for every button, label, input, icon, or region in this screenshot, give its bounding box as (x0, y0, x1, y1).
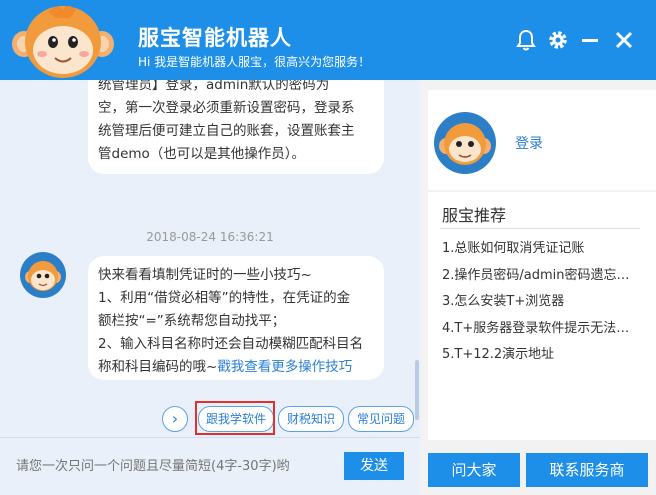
bot-message: 快来看看填制凭证时的一些小技巧~ 1、利用“借贷必相等”的特性，在凭证的金 额栏… (88, 256, 384, 380)
message-timestamp: 2018-08-24 16:36:21 (146, 230, 274, 244)
bot-avatar (20, 252, 66, 298)
recommend-item[interactable]: 2.操作员密码/admin密码遗忘… (442, 263, 642, 290)
message-line: 1、利用“借贷必相等”的特性，在凭证的金 (98, 290, 351, 306)
faq-button[interactable]: 常见问题 (348, 406, 414, 432)
message-line: 快来看看填制凭证时的一些小技巧~ (98, 267, 312, 283)
chat-window: 服宝智能机器人 Hi 我是智能机器人服宝，很高兴为您服务！ 统管理员】登录，ad… (0, 0, 656, 495)
message-line: 称和科目编码的哦~戳我查看更多操作技巧 (98, 356, 384, 379)
message-line: 空，第一次登录必须重新设置密码，登录系 (98, 100, 355, 116)
chevron-right-icon[interactable]: › (162, 406, 188, 432)
app-title: 服宝智能机器人 (138, 26, 292, 50)
message-text: 称和科目编码的哦~ (98, 359, 218, 375)
message-line: 额栏按“=”系统帮您自动找平； (98, 313, 286, 329)
send-button[interactable]: 发送 (344, 452, 404, 480)
bell-icon[interactable] (514, 28, 538, 52)
divider (440, 228, 640, 229)
message-line: 管demo（也可以是其他操作员）。 (98, 146, 306, 162)
question-input[interactable] (14, 451, 338, 481)
monkey-logo-icon (12, 6, 114, 78)
scrollbar-thumb[interactable] (415, 360, 419, 420)
tax-knowledge-button[interactable]: 财税知识 (278, 406, 344, 432)
bot-message: 统管理员】登录，admin默认的密码为 空，第一次登录必须重新设置密码，登录系 … (88, 80, 384, 174)
message-line: 统管理员】登录，admin默认的密码为 (98, 80, 330, 93)
close-icon[interactable] (612, 28, 636, 52)
minimize-icon[interactable] (578, 28, 602, 52)
recommend-item[interactable]: 5.T+12.2演示地址 (442, 342, 642, 369)
recommend-item[interactable]: 3.怎么安装T+浏览器 (442, 289, 642, 316)
message-line: 统管理后便可建立自己的账套，设置账套主 (98, 123, 355, 139)
header-bar: 服宝智能机器人 Hi 我是智能机器人服宝，很高兴为您服务！ (0, 0, 656, 80)
gear-icon[interactable] (546, 28, 570, 52)
more-tips-link[interactable]: 戳我查看更多操作技巧 (217, 359, 352, 375)
chat-history[interactable]: 统管理员】登录，admin默认的密码为 空，第一次登录必须重新设置密码，登录系 … (0, 80, 420, 437)
highlight-box (195, 401, 275, 435)
login-link[interactable]: 登录 (515, 133, 543, 153)
app-subtitle: Hi 我是智能机器人服宝，很高兴为您服务！ (138, 55, 371, 69)
recommend-list: 1.总账如何取消凭证记账 2.操作员密码/admin密码遗忘… 3.怎么安装T+… (442, 236, 642, 369)
user-avatar (434, 112, 496, 174)
message-line: 2、输入科目名称时还会自动模糊匹配科目名 (98, 336, 364, 352)
ask-everyone-button[interactable]: 问大家 (428, 453, 520, 487)
recommend-title: 服宝推荐 (442, 206, 507, 225)
recommend-item[interactable]: 4.T+服务器登录软件提示无法… (442, 316, 642, 343)
recommend-item[interactable]: 1.总账如何取消凭证记账 (442, 236, 642, 263)
contact-provider-button[interactable]: 联系服务商 (526, 453, 648, 487)
